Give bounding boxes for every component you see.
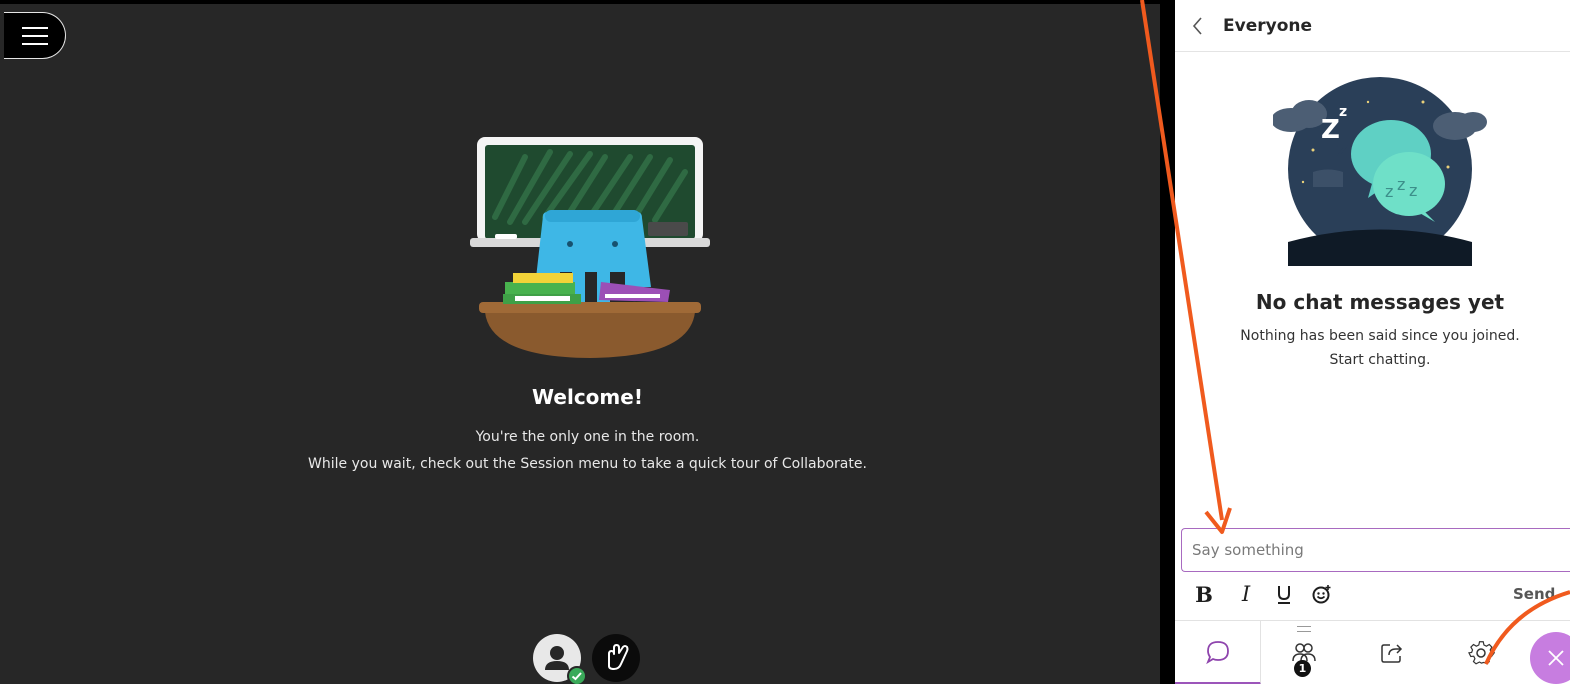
formatting-toolbar: B I Send bbox=[1175, 578, 1570, 610]
raise-hand-icon bbox=[608, 644, 629, 670]
italic-icon[interactable]: I bbox=[1235, 580, 1257, 608]
share-content-icon bbox=[1381, 644, 1403, 663]
bold-icon[interactable]: B bbox=[1193, 580, 1215, 608]
svg-text:Z: Z bbox=[1337, 142, 1348, 160]
svg-text:z: z bbox=[1409, 181, 1417, 200]
chat-header: Everyone bbox=[1175, 0, 1570, 52]
empty-state-line: Start chatting. bbox=[1329, 352, 1431, 368]
svg-text:z: z bbox=[1385, 182, 1393, 201]
chevron-left-icon bbox=[1192, 16, 1202, 35]
empty-state-title: No chat messages yet bbox=[1255, 290, 1505, 314]
my-status-button[interactable] bbox=[533, 634, 587, 684]
close-panel-icon bbox=[1548, 650, 1564, 666]
welcome-title: Welcome! bbox=[532, 385, 643, 409]
main-stage: Welcome! You're the only one in the room… bbox=[0, 0, 1175, 684]
svg-text:z: z bbox=[1339, 104, 1347, 120]
send-button[interactable]: Send bbox=[1513, 580, 1555, 608]
tab-settings[interactable] bbox=[1437, 621, 1525, 684]
hamburger-menu-icon bbox=[21, 26, 48, 45]
tab-chat[interactable] bbox=[1175, 621, 1261, 684]
welcome-hint-line: While you wait, check out the Session me… bbox=[308, 456, 867, 472]
panel-tab-bar bbox=[1175, 620, 1570, 684]
back-button[interactable] bbox=[1181, 0, 1215, 52]
svg-text:Z: Z bbox=[1321, 115, 1340, 145]
status-check-icon bbox=[567, 666, 587, 684]
svg-text:z: z bbox=[1397, 175, 1405, 194]
tab-share-content[interactable] bbox=[1347, 621, 1437, 684]
empty-state-line: Nothing has been said since you joined. bbox=[1240, 328, 1520, 344]
settings-gear-icon bbox=[1468, 641, 1495, 665]
chat-panel: Everyone Z z Z z z z No chat messages ye… bbox=[1175, 0, 1570, 684]
chat-channel-title: Everyone bbox=[1223, 15, 1313, 36]
welcome-message-line: You're the only one in the room. bbox=[475, 429, 700, 445]
emoji-icon[interactable] bbox=[1311, 580, 1333, 608]
chat-input-box[interactable] bbox=[1181, 528, 1570, 572]
app-window: Welcome! You're the only one in the room… bbox=[0, 0, 1570, 684]
panel-divider bbox=[1160, 0, 1175, 684]
chat-bubble-icon bbox=[1205, 640, 1229, 664]
attendee-count-badge: 1 bbox=[1294, 660, 1311, 677]
session-menu-button[interactable] bbox=[4, 12, 66, 59]
underline-icon[interactable] bbox=[1273, 580, 1295, 608]
raise-hand-button[interactable] bbox=[592, 634, 640, 682]
sleeping-chat-illustration: Z z Z z z z bbox=[1273, 77, 1487, 266]
classroom-illustration bbox=[470, 137, 710, 358]
chat-message-input[interactable] bbox=[1192, 541, 1570, 559]
